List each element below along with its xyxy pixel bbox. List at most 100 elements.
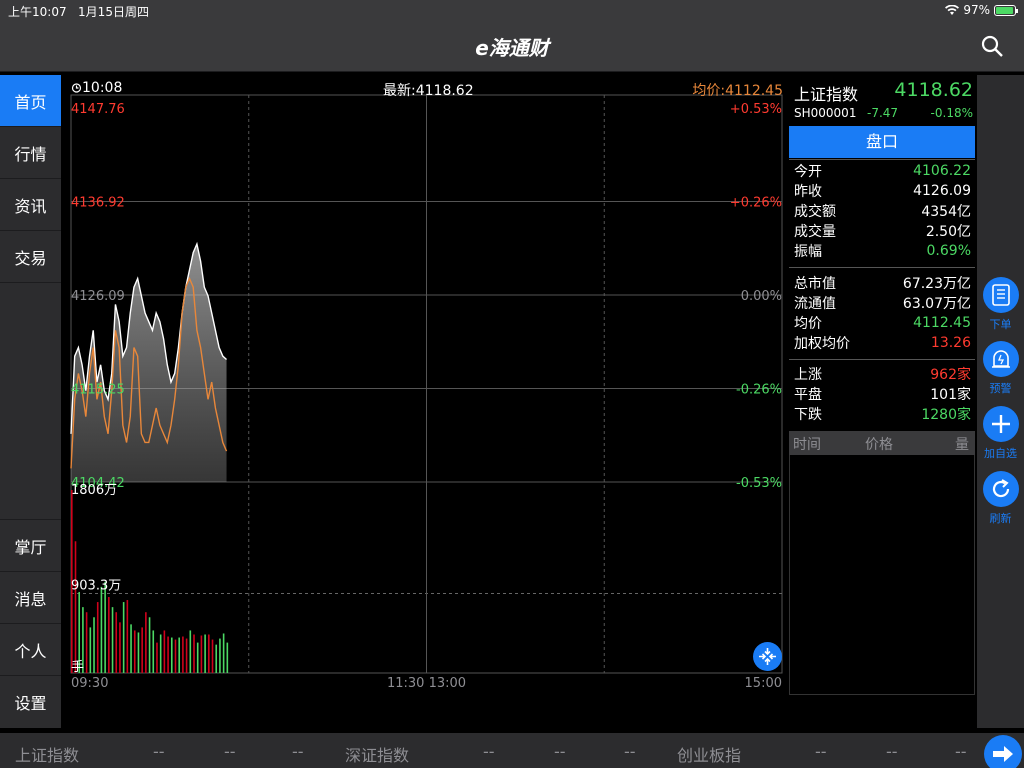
ticker-cy-value: -- [815,742,827,761]
volume-bar [130,624,132,673]
index-code: SH000001 [794,106,857,120]
quote-row-value: 1280家 [921,407,971,423]
sidebar-item-home[interactable]: 首页 [0,75,61,127]
quote-row: 加权均价 13.26 [789,333,975,353]
y-tick-label-left: 4126.09 [71,289,125,304]
quote-row-value: 63.07万亿 [902,296,971,312]
ticker-sz-change: -- [554,742,566,761]
quote-group-breadth: 上涨 962家 平盘 101家 下跌 1280家 [789,359,975,429]
sidebar-item-messages[interactable]: 消息 [0,572,61,624]
fullscreen-toggle-icon[interactable] [753,642,782,671]
ticker-cy-change: -- [886,742,898,761]
ticker-sh-pct: -- [292,742,304,761]
refresh-label: 刷新 [989,512,1012,525]
x-tick-label-mid: 11:30 13:00 [387,676,466,691]
quote-row: 振幅 0.69% [789,241,975,261]
ticker-sz-pct: -- [624,742,636,761]
navbar: e海通财 [0,20,1024,72]
volume-bar [185,638,188,673]
ticker-next-button[interactable] [984,735,1022,768]
quote-row-value: 67.23万亿 [902,276,971,292]
volume-bar [219,638,221,673]
place-order-button[interactable]: 下单 [977,277,1024,332]
trades-header: 时间 价格 量 [789,431,975,455]
quote-row-label: 今开 [794,164,822,180]
quote-row-label: 平盘 [794,387,822,403]
sidebar-item-personal[interactable]: 个人 [0,624,61,676]
volume-bar [152,630,155,673]
chart-time: 10:08 [71,80,122,96]
sidebar-bottom: 掌厅 消息 个人 设置 [0,519,61,728]
y-tick-label-right: +0.26% [730,196,782,211]
index-name: 上证指数 [794,85,859,104]
y-tick-label-right: 0.00% [741,289,782,304]
quote-row-label: 成交额 [794,204,836,220]
volume-bar [126,600,129,673]
quote-row-value: 4126.09 [913,183,971,199]
chart-canvas: 4147.76 +0.53% 4136.92 +0.26% 4126.09 0.00% 41… [70,94,783,691]
sidebar-item-hall[interactable]: 掌厅 [0,520,61,572]
sidebar-item-market[interactable]: 行情 [0,127,61,179]
volume-bar [93,617,95,673]
quote-row: 成交额 4354亿 [789,201,975,221]
quote-row: 成交量 2.50亿 [789,221,975,241]
y-tick-label-left: 4136.92 [71,196,125,211]
volume-bar [182,636,184,673]
chart-latest-price: 最新:4118.62 [383,83,474,99]
alarm-clock-icon [71,83,82,93]
quote-row-label: 流通值 [794,296,836,312]
alert-button[interactable]: 预警 [977,341,1024,396]
quote-row-label: 总市值 [794,276,836,292]
trades-col-time: 时间 [793,437,821,453]
quote-row-value: 13.26 [930,335,971,351]
volume-bar [211,639,214,673]
trades-list[interactable] [789,431,975,695]
status-time: 上午10:07 [8,5,67,19]
quote-row-value: 4112.45 [913,315,971,331]
volume-bar [133,630,136,673]
order-book-tab[interactable]: 盘口 [789,126,975,158]
ticker-sh-value: -- [153,742,165,761]
volume-bar [119,622,121,673]
volume-bar [215,644,218,673]
quote-row-value: 0.69% [926,243,971,259]
volume-unit-label: 手 [71,660,84,675]
volume-bar [170,637,173,673]
quote-row-label: 加权均价 [794,336,850,352]
collapse-arrows-icon [759,648,776,665]
sidebar-item-news[interactable]: 资讯 [0,179,61,231]
chart-avg-price: 均价:4112.45 [692,83,783,99]
quote-row-value: 101家 [930,387,971,403]
y-tick-label-left: 4115.25 [71,383,125,398]
arrow-right-icon [993,746,1013,762]
status-bar: 上午10:07 1月15日周四 97% [0,0,1024,20]
volume-bar [96,602,99,673]
quote-row-label: 上涨 [794,367,822,383]
volume-bar [156,642,158,673]
index-change-pct: -0.18% [930,106,973,120]
quote-row: 上涨 962家 [789,364,975,384]
volume-bar [193,634,195,673]
quote-row: 流通值 63.07万亿 [789,293,975,313]
x-tick-label-end: 15:00 [745,676,782,691]
search-icon[interactable] [980,34,1004,58]
volume-bar [174,639,177,673]
x-tick-label-start: 09:30 [71,676,108,691]
index-ticker[interactable]: 上证指数 -- -- -- 深证指数 -- -- -- 创业板指 -- -- -… [0,733,1024,768]
sidebar-item-trade[interactable]: 交易 [0,231,61,283]
sidebar-item-settings[interactable]: 设置 [0,676,61,728]
add-watchlist-button[interactable]: 加自选 [977,406,1024,461]
volume-bar [74,541,77,673]
index-price: 4118.62 [894,79,973,101]
refresh-button[interactable]: 刷新 [977,471,1024,526]
quote-row-value: 962家 [930,367,971,383]
volume-bar [85,612,88,673]
chart-time-value: 10:08 [82,80,123,96]
quote-group-basic: 今开 4106.22 昨收 4126.09 成交额 4354亿 成交量 2.50亿 振幅 0.69… [789,159,975,265]
trades-col-price: 价格 [865,437,893,453]
volume-bar [115,612,118,673]
ticker-cy-label: 创业板指 [677,746,742,765]
app-logo: e海通财 [475,36,549,60]
quote-row: 今开 4106.22 [789,161,975,181]
intraday-chart[interactable]: 4147.76 +0.53% 4136.92 +0.26% 4126.09 0.00% 41… [65,75,787,728]
